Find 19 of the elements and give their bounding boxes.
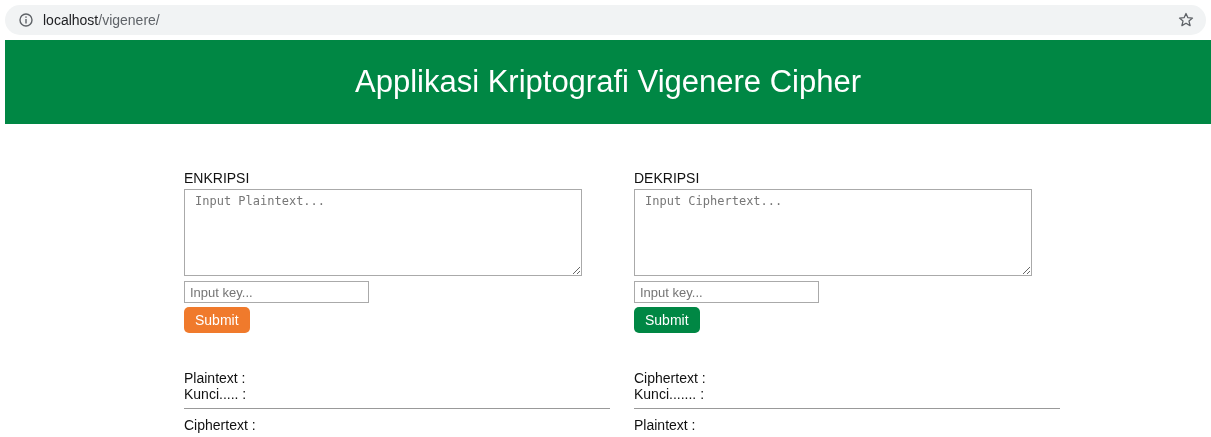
output-label: Plaintext : — [634, 417, 696, 433]
page-title: Applikasi Kriptografi Vigenere Cipher — [354, 64, 861, 100]
key-field[interactable]: Input key... — [184, 281, 369, 303]
output-label: Ciphertext : — [184, 417, 256, 433]
result-label: Ciphertext : — [634, 370, 706, 386]
text-area[interactable]: Input Plaintext... — [184, 189, 582, 276]
star-icon[interactable] — [1178, 12, 1194, 28]
result-label: Kunci....... : — [634, 386, 706, 402]
key-field[interactable]: Input key... — [634, 281, 819, 303]
submit-button[interactable]: Submit — [184, 307, 250, 333]
address-bar[interactable]: localhost/vigenere/ — [5, 5, 1206, 35]
url-text: localhost/vigenere/ — [43, 12, 160, 28]
result-label: Kunci..... : — [184, 386, 247, 402]
result-label: Plaintext : — [184, 370, 247, 386]
text-area[interactable]: Input Ciphertext... — [634, 189, 1032, 276]
section-title: ENKRIPSI — [184, 170, 250, 186]
submit-button[interactable]: Submit — [634, 307, 700, 333]
info-icon[interactable] — [19, 13, 33, 27]
section-title: DEKRIPSI — [634, 170, 700, 186]
